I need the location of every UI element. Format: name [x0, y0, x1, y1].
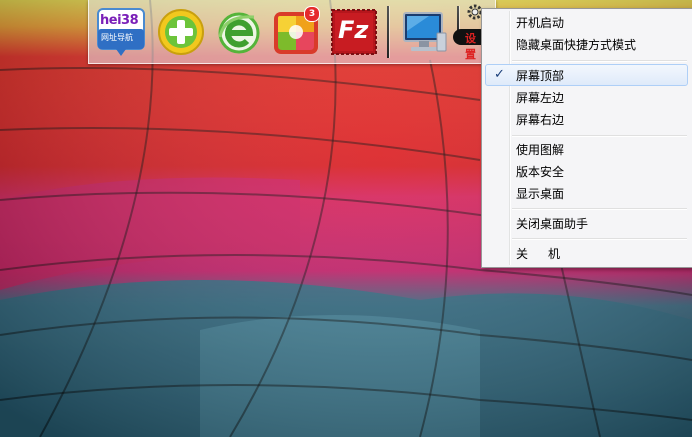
- menu-item-version-security[interactable]: 版本安全: [485, 160, 688, 182]
- menu-separator: [512, 238, 687, 240]
- menu-item-label: 开机启动: [516, 16, 565, 30]
- settings-button[interactable]: 设置: [453, 29, 483, 61]
- menu-item-label: 屏幕右边: [516, 113, 565, 127]
- checkmark-icon: ✓: [494, 67, 505, 82]
- menu-item-label: 隐藏桌面快捷方式模式: [516, 38, 637, 52]
- menu-item-show-desktop[interactable]: 显示桌面: [485, 182, 688, 204]
- menu-item-label: 屏幕左边: [516, 91, 565, 105]
- menu-separator: [512, 208, 687, 210]
- menu-item-screen-right[interactable]: 屏幕右边: [485, 108, 688, 130]
- browser-e-icon[interactable]: [214, 7, 264, 57]
- menu-item-hide-shortcuts[interactable]: 隐藏桌面快捷方式模式: [485, 33, 688, 55]
- menu-item-label: 使用图解: [516, 143, 565, 157]
- menu-item-label: 关机: [516, 247, 581, 261]
- menu-item-startup[interactable]: 开机启动: [485, 11, 688, 33]
- menu-separator: [512, 135, 687, 137]
- menu-separator: [512, 60, 687, 62]
- dock-separator: [387, 6, 389, 58]
- notification-badge: 3: [304, 6, 320, 22]
- menu-item-shutdown[interactable]: 关机: [485, 242, 688, 264]
- hei38-logo-text: hei38: [100, 13, 139, 28]
- filezilla-icon[interactable]: Fz: [329, 7, 379, 57]
- menu-item-label: 屏幕顶部: [516, 69, 565, 83]
- menu-item-close-assistant[interactable]: 关闭桌面助手: [485, 212, 688, 234]
- menu-item-label: 关闭桌面助手: [516, 217, 589, 231]
- app-store-grid-icon[interactable]: 3: [271, 6, 321, 57]
- menu-item-label: 版本安全: [516, 165, 565, 179]
- menu-item-screen-left[interactable]: 屏幕左边: [485, 86, 688, 108]
- hei38-nav-icon[interactable]: hei38 网址导航: [96, 7, 146, 57]
- context-menu: 开机启动 隐藏桌面快捷方式模式 ✓ 屏幕顶部 屏幕左边 屏幕右边 使用图解 版本…: [481, 8, 692, 268]
- green-plus-icon[interactable]: [156, 7, 206, 57]
- computer-icon[interactable]: [399, 7, 449, 57]
- menu-item-screen-top[interactable]: ✓ 屏幕顶部: [485, 64, 688, 86]
- menu-item-label: 显示桌面: [516, 187, 565, 201]
- menu-item-guide[interactable]: 使用图解: [485, 138, 688, 160]
- filezilla-logo-text: Fz: [338, 16, 369, 44]
- hei38-subtitle: 网址导航: [101, 33, 133, 42]
